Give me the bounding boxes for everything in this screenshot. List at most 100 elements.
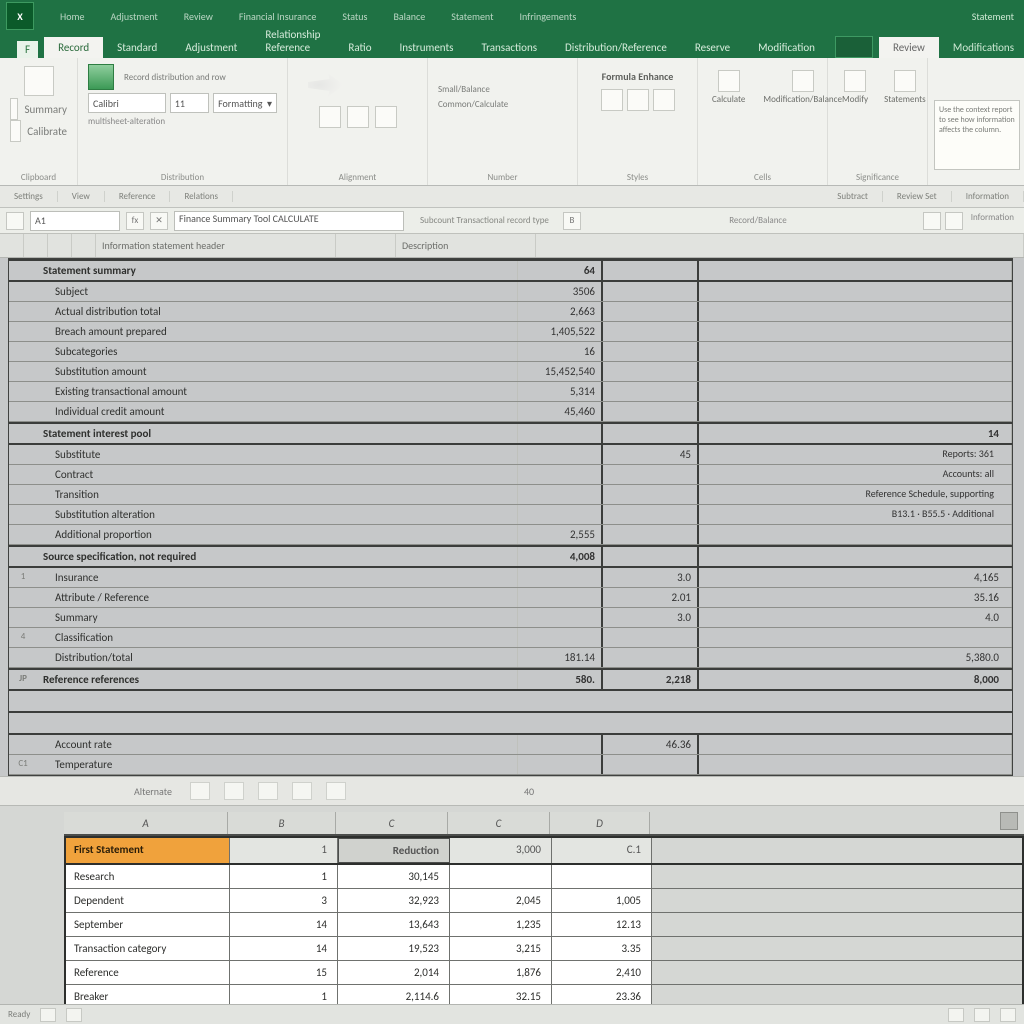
col-gutter[interactable]	[48, 234, 72, 257]
name-box[interactable]: A1	[30, 211, 120, 231]
subbar-item[interactable]: View	[58, 191, 105, 202]
cell[interactable]	[603, 465, 699, 484]
cell[interactable]	[517, 465, 603, 484]
cell[interactable]	[517, 568, 603, 587]
header-cell[interactable]: First Statement	[66, 838, 230, 863]
cell[interactable]: 5,314	[517, 382, 603, 401]
cell[interactable]: 35.16	[699, 588, 1012, 607]
title-item[interactable]: Status	[342, 10, 367, 23]
align-center-icon[interactable]	[347, 106, 369, 128]
tab-standard[interactable]: Standard	[103, 37, 171, 58]
cell[interactable]	[603, 525, 699, 544]
title-item[interactable]: Review	[184, 10, 213, 23]
table-row[interactable]: Substitution amount15,452,540	[9, 362, 1012, 382]
cell[interactable]	[517, 755, 603, 774]
section-header[interactable]: JPReference references 580.2,2188,000	[9, 668, 1012, 691]
cell[interactable]: 3.35	[552, 937, 652, 960]
table-row[interactable]: C1Temperature	[9, 755, 1012, 775]
table-row[interactable]: September1413,6431,23512.13	[66, 913, 1022, 937]
tab-adjustment[interactable]: Adjustment	[171, 37, 251, 58]
cell[interactable]	[517, 505, 603, 524]
table-row[interactable]: Individual credit amount45,460	[9, 402, 1012, 422]
table-row[interactable]: Additional proportion2,555	[9, 525, 1012, 545]
bold-icon[interactable]: B	[563, 212, 581, 230]
tab-relationship[interactable]: Relationship Reference	[251, 24, 334, 58]
col-gutter[interactable]	[24, 234, 48, 257]
table-row[interactable]: Reference152,0141,8762,410	[66, 961, 1022, 985]
table-row[interactable]: Subject3506	[9, 282, 1012, 302]
cell[interactable]	[699, 322, 1012, 341]
cell[interactable]	[603, 628, 699, 647]
cell[interactable]: 19,523	[338, 937, 450, 960]
cell[interactable]: Transaction category	[66, 937, 230, 960]
cell[interactable]	[603, 282, 699, 301]
cell[interactable]: 2.01	[603, 588, 699, 607]
cell[interactable]	[699, 282, 1012, 301]
cell[interactable]: Reference	[66, 961, 230, 984]
cell[interactable]: 2,014	[338, 961, 450, 984]
cell[interactable]	[517, 445, 603, 464]
tab-record[interactable]: Record	[44, 37, 103, 58]
cell[interactable]	[699, 735, 1012, 754]
view-normal-icon[interactable]	[948, 1008, 964, 1022]
preview-thumb-icon[interactable]	[835, 36, 873, 58]
tool-icon[interactable]	[326, 782, 346, 800]
cell[interactable]: 13,643	[338, 913, 450, 936]
align-right-icon[interactable]	[375, 106, 397, 128]
table-row[interactable]: Attribute / Reference2.0135.16	[9, 588, 1012, 608]
table-row[interactable]: Distribution/total181.145,380.0	[9, 648, 1012, 668]
clipboard-button[interactable]	[10, 64, 67, 98]
scroll-right-icon[interactable]	[1000, 812, 1018, 830]
cell[interactable]	[603, 755, 699, 774]
col-letter[interactable]: D	[550, 812, 650, 834]
table-row[interactable]: Actual distribution total2,663	[9, 302, 1012, 322]
col-letter[interactable]: B	[228, 812, 336, 834]
tab-modifications-far[interactable]: Modifications	[943, 37, 1024, 58]
tab-reserve[interactable]: Reserve	[681, 37, 744, 58]
cell[interactable]: Dependent	[66, 889, 230, 912]
blank-row[interactable]	[9, 713, 1012, 735]
table-row[interactable]: Existing transactional amount5,314	[9, 382, 1012, 402]
tool-icon[interactable]	[258, 782, 278, 800]
cell[interactable]	[699, 302, 1012, 321]
cell[interactable]	[517, 628, 603, 647]
table-row[interactable]: Breach amount prepared1,405,522	[9, 322, 1012, 342]
col-letter[interactable]: C	[336, 812, 448, 834]
tab-instruments[interactable]: Instruments	[386, 37, 468, 58]
title-item[interactable]: Statement	[451, 10, 493, 23]
table-row[interactable]: Substitute45Reports: 361	[9, 445, 1012, 465]
cell[interactable]	[517, 735, 603, 754]
cancel-icon[interactable]: ✕	[150, 212, 168, 230]
cell[interactable]	[603, 505, 699, 524]
cell[interactable]: 15	[230, 961, 338, 984]
tab-review-far[interactable]: Review	[879, 37, 939, 58]
subbar-item[interactable]: Subtract	[823, 191, 883, 202]
style-cell-icon[interactable]	[601, 89, 623, 111]
cell[interactable]	[552, 865, 652, 888]
cell[interactable]: 14	[230, 937, 338, 960]
table-row[interactable]: Substitution alterationB13.1 · B55.5 · A…	[9, 505, 1012, 525]
subbar-item[interactable]: Reference	[105, 191, 171, 202]
tool-icon[interactable]	[224, 782, 244, 800]
col-header[interactable]: Description	[396, 234, 536, 257]
cell[interactable]: 3506	[517, 282, 603, 301]
cell[interactable]: 181.14	[517, 648, 603, 667]
cell[interactable]	[699, 628, 1012, 647]
section-header[interactable]: Statement summary 64	[9, 259, 1012, 282]
cell[interactable]	[603, 648, 699, 667]
calculate-button[interactable]: Calculate	[708, 68, 749, 107]
collapse-icon[interactable]	[945, 212, 963, 230]
cell[interactable]: 46.36	[603, 735, 699, 754]
cell[interactable]: 2,045	[450, 889, 552, 912]
style-table-icon[interactable]	[627, 89, 649, 111]
title-item[interactable]: Financial Insurance	[239, 10, 317, 23]
cell[interactable]: 1,876	[450, 961, 552, 984]
col-header[interactable]: Information statement header	[96, 234, 336, 257]
table-header-row[interactable]: First Statement 1 Reduction 3,000 C.1	[64, 836, 1024, 865]
cell[interactable]: 1,005	[552, 889, 652, 912]
subbar-item[interactable]: Relations	[170, 191, 233, 202]
table-row[interactable]: 4Classification	[9, 628, 1012, 648]
table-row[interactable]: Dependent332,9232,0451,005	[66, 889, 1022, 913]
cell[interactable]: 3.0	[603, 608, 699, 627]
style-format-icon[interactable]	[653, 89, 675, 111]
